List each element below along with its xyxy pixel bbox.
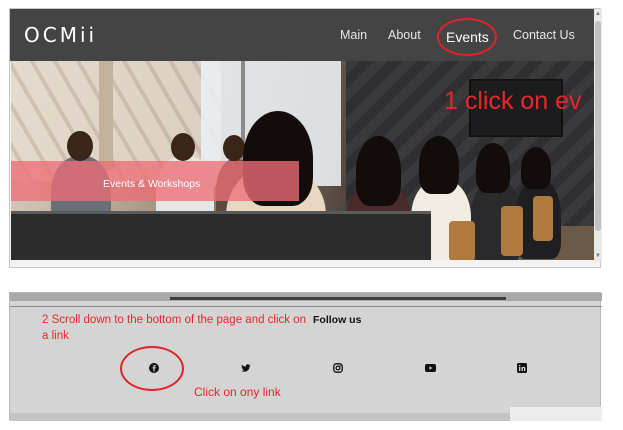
site-logo[interactable]: OCMii [24, 23, 97, 47]
follow-us-label: Follow us [313, 314, 362, 326]
scroll-up-icon[interactable]: ▲ [595, 11, 601, 17]
vertical-scrollbar[interactable]: ▲ ▼ [594, 9, 602, 261]
instagram-icon[interactable] [331, 361, 345, 375]
annotation-step-2: 2 Scroll down to the bottom of the page … [42, 314, 307, 342]
youtube-icon[interactable] [423, 361, 437, 375]
site-navbar: OCMii Main About Events Contact Us [10, 9, 594, 61]
website-screenshot-bottom: 2 Scroll down to the bottom of the page … [9, 292, 602, 421]
annotation-step-1: 1 click on ev [444, 87, 582, 115]
twitter-icon[interactable] [239, 361, 253, 375]
scroll-down-icon[interactable]: ▼ [595, 253, 601, 259]
conference-table [11, 211, 431, 260]
footer-divider [10, 306, 602, 307]
website-screenshot-top: OCMii Main About Events Contact Us Event… [9, 8, 602, 268]
annotation-circle-facebook [120, 346, 184, 391]
annotation-circle-events [437, 18, 497, 56]
annotation-click-link: Click on ony link [194, 385, 281, 399]
nav-item-about[interactable]: About [388, 28, 421, 42]
nav-item-contact-us[interactable]: Contact Us [513, 28, 575, 42]
nav-item-main[interactable]: Main [340, 28, 367, 42]
scrollbar-thumb[interactable] [595, 21, 601, 231]
linkedin-icon[interactable] [515, 361, 529, 375]
hero-caption: Events & Workshops [103, 178, 201, 190]
